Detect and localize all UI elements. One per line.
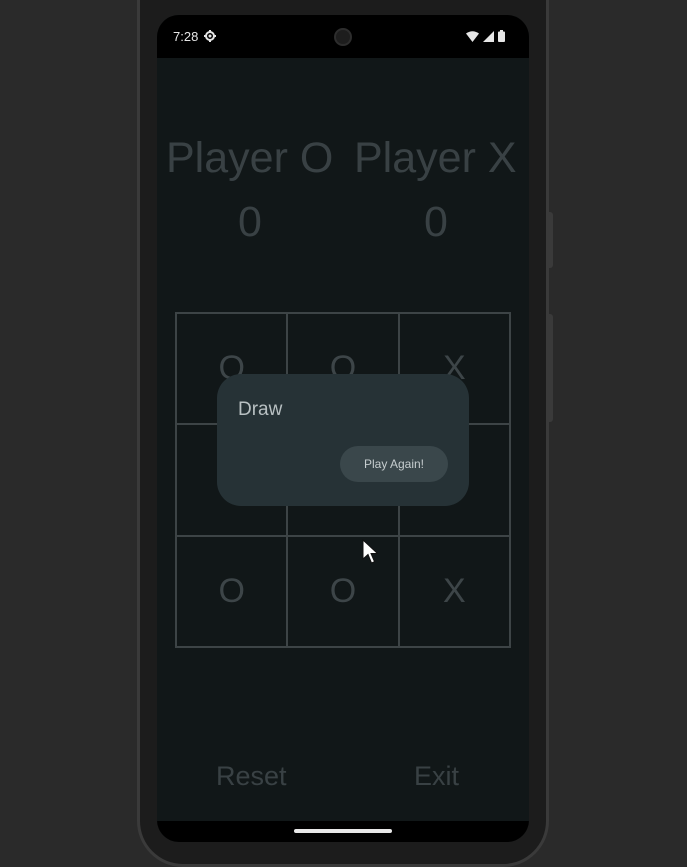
player-x-score: 0 — [424, 198, 448, 246]
player-o-score: 0 — [238, 198, 262, 246]
board-cell[interactable]: O — [176, 535, 288, 647]
wifi-icon — [466, 30, 479, 42]
dialog-title: Draw — [238, 399, 283, 420]
navigation-bar — [157, 821, 529, 842]
battery-icon — [498, 30, 505, 42]
signal-icon — [483, 30, 494, 42]
status-icons — [466, 29, 505, 43]
player-o-label: Player O — [166, 134, 334, 182]
board-cell[interactable]: X — [398, 535, 510, 647]
reset-button[interactable]: Reset — [216, 761, 287, 792]
gear-icon — [204, 30, 216, 42]
player-x-label: Player X — [354, 134, 517, 182]
exit-button[interactable]: Exit — [414, 761, 459, 792]
home-gesture-handle[interactable] — [294, 829, 392, 833]
result-dialog: Draw Play Again! — [217, 374, 469, 506]
status-bar: 7:28 — [157, 15, 529, 58]
front-camera — [334, 28, 352, 46]
volume-button — [548, 212, 553, 268]
mouse-cursor-icon — [362, 539, 379, 564]
play-again-button[interactable]: Play Again! — [340, 446, 448, 482]
phone-screen: 7:28 Player O Player X 0 0 O O X O O X R… — [157, 15, 529, 842]
power-button — [548, 314, 553, 422]
board-cell[interactable]: O — [287, 535, 399, 647]
status-time: 7:28 — [173, 29, 199, 44]
